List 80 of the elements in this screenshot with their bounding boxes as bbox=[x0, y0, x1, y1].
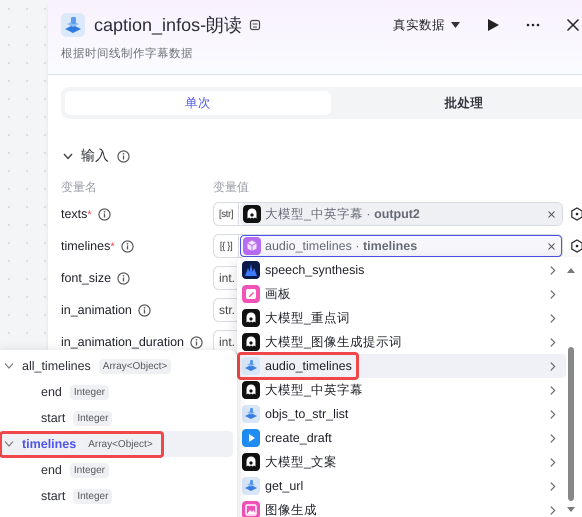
tab[interactable]: 单次 bbox=[65, 91, 331, 115]
settings-icon[interactable] bbox=[570, 239, 582, 253]
chevron-right-icon bbox=[549, 432, 556, 444]
tree-item[interactable]: end Integer bbox=[0, 379, 233, 405]
reference-tag[interactable]: 大模型_中英字幕 · output2 bbox=[240, 203, 562, 225]
required-mark: * bbox=[110, 241, 115, 253]
menu-item[interactable]: 大模型_文案 bbox=[240, 450, 566, 474]
chevron-icon[interactable] bbox=[4, 363, 14, 369]
ghost-icon bbox=[242, 309, 260, 327]
column-header: 变量名 bbox=[61, 179, 98, 196]
type-tag: [str] bbox=[214, 203, 239, 225]
tree-item[interactable]: start Integer bbox=[0, 483, 233, 509]
tab[interactable]: 批处理 bbox=[331, 91, 582, 115]
menu-item[interactable]: audio_timelines bbox=[240, 354, 566, 378]
variable-name: texts bbox=[61, 207, 88, 221]
chevron-right-icon bbox=[549, 288, 556, 300]
variable-name: in_animation bbox=[61, 303, 132, 317]
menu-item[interactable]: objs_to_str_list bbox=[240, 402, 566, 426]
variable-name: timelines bbox=[61, 239, 110, 253]
info-icon[interactable] bbox=[117, 150, 130, 162]
type-tag: [{ }] bbox=[214, 235, 239, 257]
chevron-right-icon bbox=[549, 336, 556, 348]
info-icon[interactable] bbox=[117, 272, 130, 284]
chevron-right-icon bbox=[549, 312, 556, 324]
chevron-right-icon bbox=[549, 456, 556, 468]
app-logo-icon bbox=[61, 13, 85, 37]
reference-text: 大模型_中英字幕 · output2 bbox=[265, 206, 420, 222]
close-icon[interactable] bbox=[566, 18, 580, 32]
reference-tag[interactable]: audio_timelines · timelines bbox=[240, 235, 562, 257]
chevron-right-icon bbox=[549, 480, 556, 492]
variable-value-field[interactable]: [{ }] audio_timelines · timelines bbox=[213, 234, 563, 258]
chevron-right-icon bbox=[549, 360, 556, 372]
plugin-icon bbox=[242, 357, 260, 375]
info-icon[interactable] bbox=[190, 336, 204, 348]
waveform-icon bbox=[242, 261, 260, 279]
info-icon[interactable] bbox=[120, 240, 134, 252]
column-header: 变量值 bbox=[213, 179, 249, 196]
chevron-right-icon bbox=[549, 408, 556, 420]
menu-item[interactable]: 大模型_图像生成提示词 bbox=[240, 330, 566, 354]
chevron-icon[interactable] bbox=[63, 152, 73, 160]
cube-icon bbox=[243, 237, 261, 255]
badge-icon[interactable] bbox=[249, 19, 262, 31]
pencil-icon bbox=[242, 285, 260, 303]
settings-icon[interactable] bbox=[570, 207, 582, 221]
tree-item[interactable]: all_timelines Array<Object> bbox=[0, 353, 233, 379]
menu-item[interactable]: 大模型_重点词 bbox=[240, 306, 566, 330]
ghost-icon bbox=[242, 381, 260, 399]
chevron-right-icon bbox=[549, 264, 556, 276]
caret-icon bbox=[451, 22, 460, 28]
reference-text: audio_timelines · timelines bbox=[265, 239, 418, 253]
chevron-right-icon bbox=[549, 384, 556, 396]
info-icon[interactable] bbox=[98, 208, 111, 220]
ghost-icon bbox=[242, 333, 260, 351]
required-mark: * bbox=[87, 209, 92, 221]
variable-value-field[interactable]: [str] 大模型_中英字幕 · output2 bbox=[213, 202, 563, 226]
play-icon bbox=[242, 429, 260, 447]
menu-item[interactable]: get_url bbox=[240, 474, 566, 498]
chevron-right-icon bbox=[549, 504, 556, 516]
menu-item[interactable]: speech_synthesis bbox=[240, 258, 566, 282]
ghost-icon bbox=[242, 453, 260, 471]
clear-icon[interactable] bbox=[548, 210, 555, 218]
tree-item[interactable]: end Integer bbox=[0, 457, 233, 483]
menu-item[interactable]: 大模型_中英字幕 bbox=[240, 378, 566, 402]
run-icon[interactable] bbox=[486, 18, 500, 32]
node-title: caption_infos-朗读 bbox=[94, 14, 242, 37]
plugin-icon bbox=[242, 405, 260, 423]
node-description: 根据时间线制作字幕数据 bbox=[61, 46, 194, 61]
menu-item[interactable]: 图像生成 bbox=[240, 498, 566, 517]
tree-item[interactable]: timelines Array<Object> bbox=[0, 431, 233, 457]
tree-item[interactable]: start Integer bbox=[0, 405, 233, 431]
variable-name: font_size bbox=[61, 271, 112, 285]
menu-item[interactable]: create_draft bbox=[240, 426, 566, 450]
plugin-icon bbox=[242, 477, 260, 495]
variable-name: in_animation_duration bbox=[61, 335, 184, 349]
section-title: 输入 bbox=[81, 147, 109, 165]
menu-item[interactable]: 画板 bbox=[240, 282, 566, 306]
data-mode-dropdown[interactable]: 真实数据 bbox=[393, 16, 460, 34]
ghost-icon bbox=[243, 205, 261, 223]
clear-icon[interactable] bbox=[548, 242, 555, 250]
info-icon[interactable] bbox=[138, 304, 151, 316]
